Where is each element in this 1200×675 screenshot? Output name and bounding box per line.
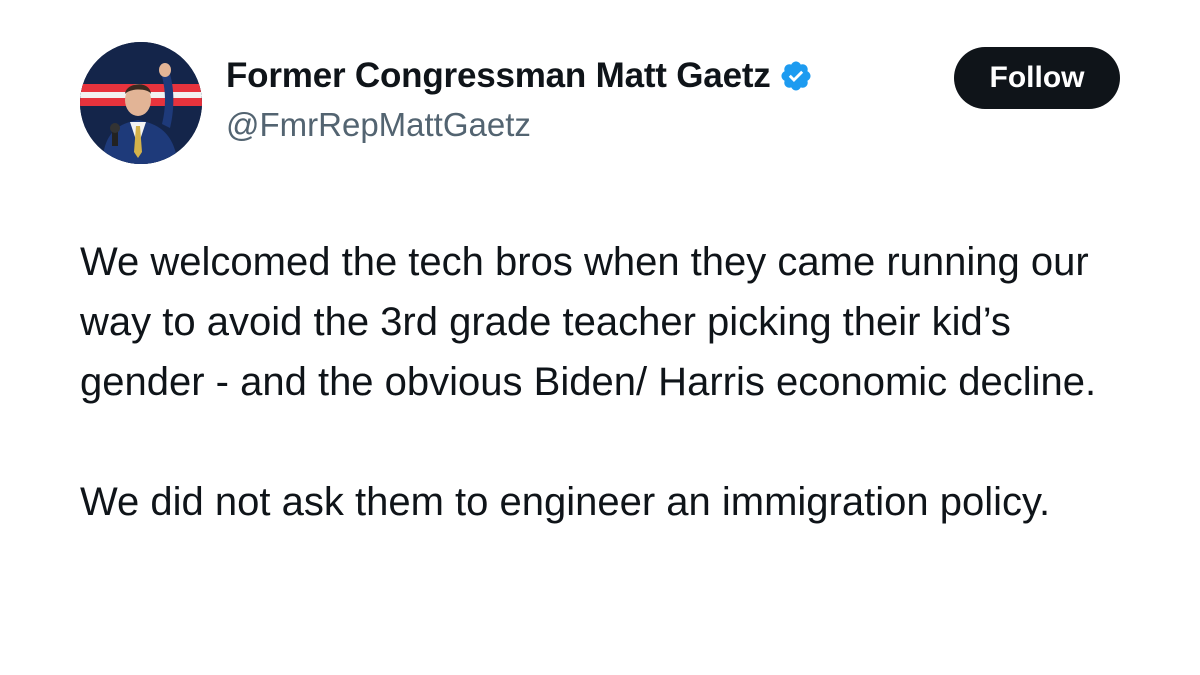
- verified-badge-icon[interactable]: [779, 59, 813, 93]
- author-names: Former Congressman Matt Gaetz @FmrRepMat…: [226, 54, 813, 144]
- display-name-row: Former Congressman Matt Gaetz: [226, 54, 813, 98]
- tweet-paragraph: We welcomed the tech bros when they came…: [80, 240, 1097, 404]
- author-handle[interactable]: @FmrRepMattGaetz: [226, 106, 813, 144]
- author-display-name[interactable]: Former Congressman Matt Gaetz: [226, 56, 771, 96]
- tweet-paragraph: We did not ask them to engineer an immig…: [80, 480, 1051, 524]
- profile-photo-icon: [80, 42, 202, 164]
- tweet-header: Former Congressman Matt Gaetz @FmrRepMat…: [80, 42, 1120, 166]
- tweet-text: We welcomed the tech bros when they came…: [80, 232, 1140, 532]
- follow-button[interactable]: Follow: [954, 47, 1120, 109]
- avatar[interactable]: [80, 42, 202, 164]
- tweet-card: Former Congressman Matt Gaetz @FmrRepMat…: [0, 0, 1200, 675]
